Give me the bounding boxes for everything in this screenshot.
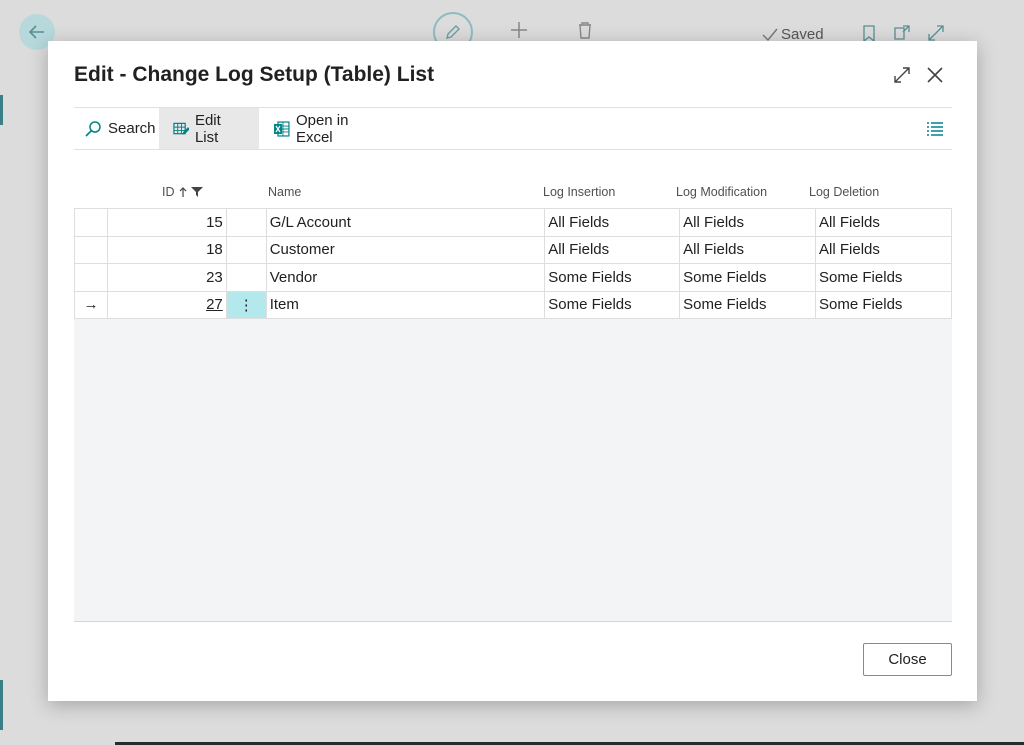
current-row-arrow-icon[interactable]: → [74, 290, 108, 319]
log-insertion-cell[interactable]: Some Fields [544, 263, 681, 292]
open-new-window-icon[interactable] [893, 24, 911, 42]
dialog-title: Edit - Change Log Setup (Table) List [74, 63, 435, 86]
left-edge-marker [0, 95, 3, 125]
table-row[interactable]: 18 Customer All Fields All Fields All Fi… [74, 235, 952, 264]
edit-list-label: Edit List [194, 111, 221, 146]
delete-button[interactable] [575, 18, 595, 42]
edit-list-dialog: Edit - Change Log Setup (Table) List Sea… [48, 41, 977, 701]
log-modification-cell[interactable]: All Fields [679, 208, 817, 237]
column-header-id[interactable]: ID [162, 185, 203, 199]
sort-ascending-icon [179, 186, 186, 197]
table-row[interactable]: 15 G/L Account All Fields All Fields All… [74, 208, 952, 237]
column-header-id-label: ID [162, 185, 175, 199]
log-insertion-cell[interactable]: All Fields [544, 235, 681, 264]
log-insertion-cell[interactable]: Some Fields [544, 290, 681, 319]
trash-icon [579, 22, 591, 39]
column-header-name[interactable]: Name [268, 185, 301, 199]
row-menu-cell[interactable] [225, 263, 267, 292]
row-indicator[interactable] [74, 208, 108, 237]
column-header-log-modification[interactable]: Log Modification [676, 185, 767, 199]
checkmark-icon [762, 28, 778, 41]
action-bar: Search Edit List Open in Excel [74, 107, 952, 150]
list-grid-area: 15 G/L Account All Fields All Fields All… [74, 208, 952, 622]
left-edge-marker [0, 680, 3, 730]
filter-icon [190, 187, 203, 197]
id-cell[interactable]: 18 [106, 235, 227, 264]
open-in-excel-button[interactable]: Open in Excel [259, 108, 389, 149]
name-cell[interactable]: Vendor [265, 263, 546, 292]
expand-dialog-button[interactable] [890, 63, 914, 87]
log-modification-cell[interactable]: All Fields [679, 235, 817, 264]
edit-list-button[interactable]: Edit List [159, 108, 259, 149]
log-deletion-cell[interactable]: Some Fields [815, 263, 952, 292]
excel-icon [273, 120, 290, 137]
name-cell[interactable]: Customer [265, 235, 546, 264]
close-button[interactable]: Close [863, 643, 952, 676]
search-icon [85, 120, 101, 137]
id-cell[interactable]: 23 [106, 263, 227, 292]
log-modification-cell[interactable]: Some Fields [679, 263, 817, 292]
back-arrow-icon [28, 25, 44, 39]
close-dialog-button[interactable] [923, 63, 947, 87]
row-menu-cell[interactable] [225, 208, 267, 237]
bookmark-icon[interactable] [860, 24, 878, 42]
open-in-excel-label: Open in Excel [295, 111, 349, 146]
row-indicator[interactable] [74, 235, 108, 264]
change-log-table: 15 G/L Account All Fields All Fields All… [74, 208, 952, 319]
new-button[interactable] [507, 18, 531, 42]
row-indicator[interactable] [74, 263, 108, 292]
name-cell[interactable]: Item [265, 290, 546, 319]
id-cell[interactable]: 27 [106, 290, 227, 319]
edit-pencil-icon [446, 25, 460, 39]
search-button[interactable]: Search [74, 108, 159, 149]
log-modification-cell[interactable]: Some Fields [679, 290, 817, 319]
plus-icon [511, 22, 527, 38]
log-deletion-cell[interactable]: All Fields [815, 208, 952, 237]
id-link[interactable]: 27 [206, 296, 223, 313]
row-menu-button[interactable]: ⋮ [225, 290, 267, 319]
list-view-icon[interactable] [926, 121, 944, 137]
expand-icon [894, 67, 910, 83]
table-row[interactable]: 23 Vendor Some Fields Some Fields Some F… [74, 263, 952, 292]
search-label: Search [108, 120, 156, 137]
close-icon [927, 67, 943, 83]
name-cell[interactable]: G/L Account [265, 208, 546, 237]
column-header-log-insertion[interactable]: Log Insertion [543, 185, 615, 199]
row-menu-cell[interactable] [225, 235, 267, 264]
id-cell[interactable]: 15 [106, 208, 227, 237]
edit-list-icon [173, 122, 189, 135]
log-insertion-cell[interactable]: All Fields [544, 208, 681, 237]
expand-icon[interactable] [927, 24, 945, 42]
log-deletion-cell[interactable]: Some Fields [815, 290, 952, 319]
column-header-log-deletion[interactable]: Log Deletion [809, 185, 879, 199]
log-deletion-cell[interactable]: All Fields [815, 235, 952, 264]
table-row-selected[interactable]: → 27 ⋮ Item Some Fields Some Fields Some… [74, 290, 952, 319]
